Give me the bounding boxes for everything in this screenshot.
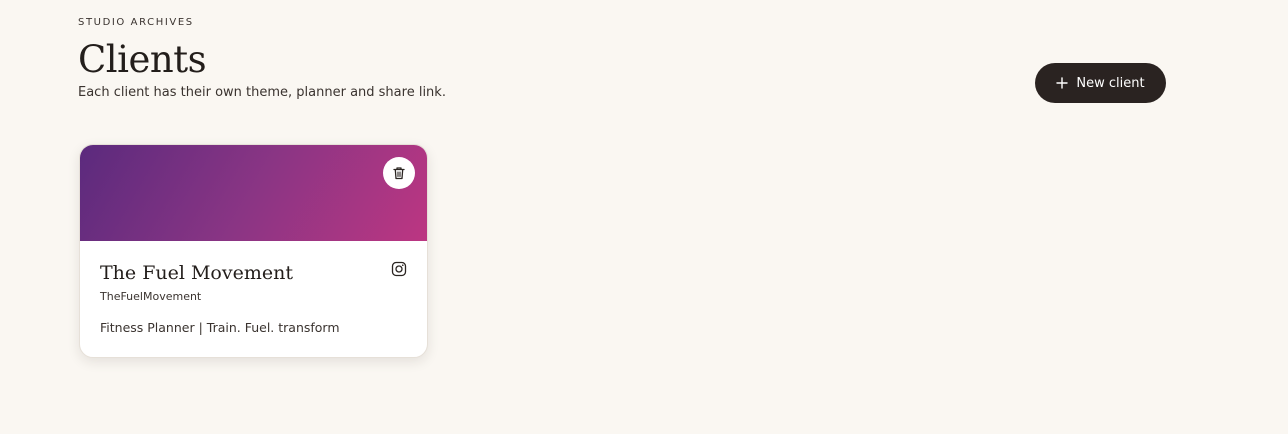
page-title: Clients (78, 38, 207, 81)
client-description: Fitness Planner | Train. Fuel. transform (100, 320, 340, 335)
plus-icon (1056, 77, 1069, 89)
clients-page: STUDIO ARCHIVES Clients Each client has … (0, 0, 1288, 434)
client-name: The Fuel Movement (100, 262, 293, 284)
new-client-label: New client (1076, 75, 1145, 91)
new-client-button[interactable]: New client (1035, 63, 1166, 103)
client-card[interactable]: The Fuel Movement TheFuelMovement Fitnes… (79, 144, 428, 358)
trash-icon (391, 165, 407, 181)
instagram-icon[interactable] (390, 260, 408, 278)
page-subtitle: Each client has their own theme, planner… (78, 85, 446, 100)
delete-client-button[interactable] (383, 157, 415, 189)
client-handle: TheFuelMovement (100, 290, 202, 303)
client-card-cover (80, 145, 427, 241)
page-eyebrow: STUDIO ARCHIVES (78, 17, 194, 28)
